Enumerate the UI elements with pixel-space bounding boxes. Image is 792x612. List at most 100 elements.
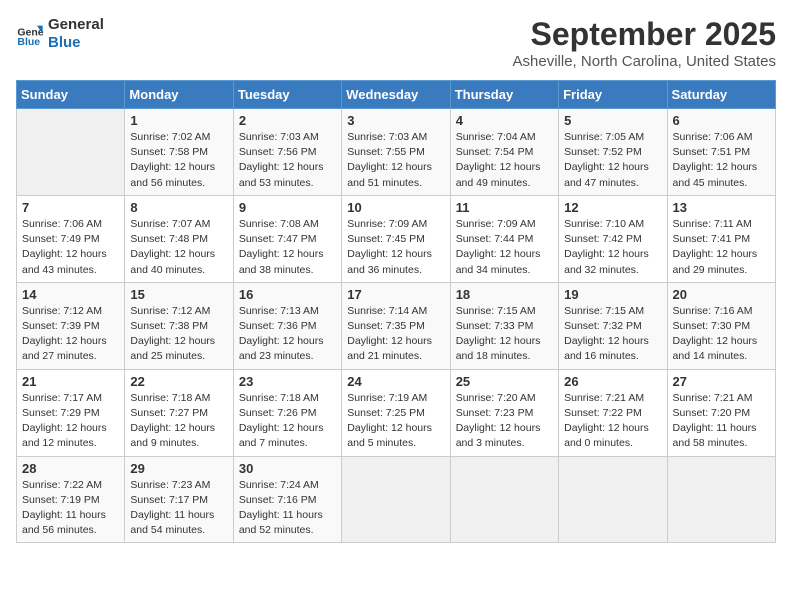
day-info: Sunrise: 7:11 AMSunset: 7:41 PMDaylight:… xyxy=(673,217,770,278)
day-number: 1 xyxy=(130,113,227,128)
day-number: 5 xyxy=(564,113,661,128)
calendar-cell: 23 Sunrise: 7:18 AMSunset: 7:26 PMDayligh… xyxy=(233,369,341,456)
calendar-cell: 14Sunrise: 7:12 AMSunset: 7:39 PMDayligh… xyxy=(17,282,125,369)
day-info: Sunrise: 7:06 AMSunset: 7:51 PMDaylight:… xyxy=(673,130,770,191)
day-info: Sunrise: 7:06 AMSunset: 7:49 PMDaylight:… xyxy=(22,217,119,278)
calendar-week-row: 21Sunrise: 7:17 AMSunset: 7:29 PMDayligh… xyxy=(17,369,776,456)
day-number: 7 xyxy=(22,200,119,215)
calendar-cell: 2 Sunrise: 7:03 AMSunset: 7:56 PMDaylight… xyxy=(233,109,341,196)
calendar-week-row: 28Sunrise: 7:22 AMSunset: 7:19 PMDayligh… xyxy=(17,456,776,543)
logo-icon: General Blue xyxy=(16,20,44,48)
calendar-cell: 11 Sunrise: 7:09 AMSunset: 7:44 PMDayligh… xyxy=(450,195,558,282)
day-number: 12 xyxy=(564,200,661,215)
day-info: Sunrise: 7:10 AMSunset: 7:42 PMDaylight:… xyxy=(564,217,661,278)
calendar-cell: 10 Sunrise: 7:09 AMSunset: 7:45 PMDayligh… xyxy=(342,195,450,282)
logo-blue: Blue xyxy=(48,34,104,52)
day-info: Sunrise: 7:13 AMSunset: 7:36 PMDaylight:… xyxy=(239,304,336,365)
calendar-cell: 4 Sunrise: 7:04 AMSunset: 7:54 PMDaylight… xyxy=(450,109,558,196)
day-number: 3 xyxy=(347,113,444,128)
column-header-friday: Friday xyxy=(559,81,667,109)
column-header-thursday: Thursday xyxy=(450,81,558,109)
day-info: Sunrise: 7:15 AMSunset: 7:32 PMDaylight:… xyxy=(564,304,661,365)
day-number: 13 xyxy=(673,200,770,215)
calendar-cell: 25Sunrise: 7:20 AMSunset: 7:23 PMDayligh… xyxy=(450,369,558,456)
calendar-cell: 12 Sunrise: 7:10 AMSunset: 7:42 PMDayligh… xyxy=(559,195,667,282)
logo-general: General xyxy=(48,16,104,34)
day-number: 27 xyxy=(673,374,770,389)
day-info: Sunrise: 7:03 AMSunset: 7:55 PMDaylight:… xyxy=(347,130,444,191)
calendar-cell: 1 Sunrise: 7:02 AMSunset: 7:58 PMDaylight… xyxy=(125,109,233,196)
calendar-cell: 22 Sunrise: 7:18 AMSunset: 7:27 PMDayligh… xyxy=(125,369,233,456)
calendar-cell: 7 Sunrise: 7:06 AMSunset: 7:49 PMDaylight… xyxy=(17,195,125,282)
calendar-cell xyxy=(342,456,450,543)
day-number: 26 xyxy=(564,374,661,389)
calendar-cell: 13 Sunrise: 7:11 AMSunset: 7:41 PMDayligh… xyxy=(667,195,775,282)
location: Asheville, North Carolina, United States xyxy=(513,53,776,70)
day-number: 22 xyxy=(130,374,227,389)
day-info: Sunrise: 7:09 AMSunset: 7:45 PMDaylight:… xyxy=(347,217,444,278)
day-info: Sunrise: 7:19 AMSunset: 7:25 PMDaylight:… xyxy=(347,391,444,452)
day-number: 25 xyxy=(456,374,553,389)
calendar-cell: 8 Sunrise: 7:07 AMSunset: 7:48 PMDaylight… xyxy=(125,195,233,282)
day-number: 2 xyxy=(239,113,336,128)
calendar-cell: 29Sunrise: 7:23 AMSunset: 7:17 PMDayligh… xyxy=(125,456,233,543)
day-number: 11 xyxy=(456,200,553,215)
day-number: 30 xyxy=(239,461,336,476)
calendar-cell: 9 Sunrise: 7:08 AMSunset: 7:47 PMDaylight… xyxy=(233,195,341,282)
day-number: 16 xyxy=(239,287,336,302)
day-number: 8 xyxy=(130,200,227,215)
calendar-table: SundayMondayTuesdayWednesdayThursdayFrid… xyxy=(16,80,776,543)
calendar-cell: 20 Sunrise: 7:16 AMSunset: 7:30 PMDayligh… xyxy=(667,282,775,369)
calendar-week-row: 7 Sunrise: 7:06 AMSunset: 7:49 PMDaylight… xyxy=(17,195,776,282)
calendar-week-row: 14Sunrise: 7:12 AMSunset: 7:39 PMDayligh… xyxy=(17,282,776,369)
day-number: 18 xyxy=(456,287,553,302)
column-header-wednesday: Wednesday xyxy=(342,81,450,109)
day-number: 20 xyxy=(673,287,770,302)
day-info: Sunrise: 7:22 AMSunset: 7:19 PMDaylight:… xyxy=(22,478,119,539)
column-header-sunday: Sunday xyxy=(17,81,125,109)
day-number: 15 xyxy=(130,287,227,302)
calendar-cell: 26 Sunrise: 7:21 AMSunset: 7:22 PMDayligh… xyxy=(559,369,667,456)
calendar-cell xyxy=(559,456,667,543)
svg-text:Blue: Blue xyxy=(17,36,40,48)
calendar-cell: 27 Sunrise: 7:21 AMSunset: 7:20 PMDayligh… xyxy=(667,369,775,456)
logo: General Blue General Blue xyxy=(16,16,104,52)
day-info: Sunrise: 7:23 AMSunset: 7:17 PMDaylight:… xyxy=(130,478,227,539)
day-info: Sunrise: 7:15 AMSunset: 7:33 PMDaylight:… xyxy=(456,304,553,365)
calendar-header-row: SundayMondayTuesdayWednesdayThursdayFrid… xyxy=(17,81,776,109)
day-number: 23 xyxy=(239,374,336,389)
calendar-cell: 19 Sunrise: 7:15 AMSunset: 7:32 PMDayligh… xyxy=(559,282,667,369)
day-info: Sunrise: 7:18 AMSunset: 7:26 PMDaylight:… xyxy=(239,391,336,452)
calendar-cell xyxy=(17,109,125,196)
day-number: 19 xyxy=(564,287,661,302)
calendar-cell xyxy=(667,456,775,543)
day-number: 10 xyxy=(347,200,444,215)
day-info: Sunrise: 7:07 AMSunset: 7:48 PMDaylight:… xyxy=(130,217,227,278)
day-info: Sunrise: 7:21 AMSunset: 7:20 PMDaylight:… xyxy=(673,391,770,452)
day-info: Sunrise: 7:08 AMSunset: 7:47 PMDaylight:… xyxy=(239,217,336,278)
calendar-cell: 18 Sunrise: 7:15 AMSunset: 7:33 PMDayligh… xyxy=(450,282,558,369)
day-info: Sunrise: 7:12 AMSunset: 7:38 PMDaylight:… xyxy=(130,304,227,365)
day-info: Sunrise: 7:18 AMSunset: 7:27 PMDaylight:… xyxy=(130,391,227,452)
calendar-cell: 3 Sunrise: 7:03 AMSunset: 7:55 PMDaylight… xyxy=(342,109,450,196)
calendar-cell xyxy=(450,456,558,543)
calendar-cell: 28Sunrise: 7:22 AMSunset: 7:19 PMDayligh… xyxy=(17,456,125,543)
day-info: Sunrise: 7:14 AMSunset: 7:35 PMDaylight:… xyxy=(347,304,444,365)
day-info: Sunrise: 7:21 AMSunset: 7:22 PMDaylight:… xyxy=(564,391,661,452)
title-block: September 2025 Asheville, North Carolina… xyxy=(513,16,776,70)
day-info: Sunrise: 7:09 AMSunset: 7:44 PMDaylight:… xyxy=(456,217,553,278)
day-info: Sunrise: 7:04 AMSunset: 7:54 PMDaylight:… xyxy=(456,130,553,191)
day-number: 6 xyxy=(673,113,770,128)
column-header-saturday: Saturday xyxy=(667,81,775,109)
day-number: 9 xyxy=(239,200,336,215)
day-info: Sunrise: 7:02 AMSunset: 7:58 PMDaylight:… xyxy=(130,130,227,191)
column-header-monday: Monday xyxy=(125,81,233,109)
calendar-cell: 30Sunrise: 7:24 AMSunset: 7:16 PMDayligh… xyxy=(233,456,341,543)
day-number: 4 xyxy=(456,113,553,128)
day-info: Sunrise: 7:03 AMSunset: 7:56 PMDaylight:… xyxy=(239,130,336,191)
calendar-cell: 15 Sunrise: 7:12 AMSunset: 7:38 PMDayligh… xyxy=(125,282,233,369)
calendar-week-row: 1 Sunrise: 7:02 AMSunset: 7:58 PMDaylight… xyxy=(17,109,776,196)
day-number: 17 xyxy=(347,287,444,302)
day-info: Sunrise: 7:12 AMSunset: 7:39 PMDaylight:… xyxy=(22,304,119,365)
day-info: Sunrise: 7:16 AMSunset: 7:30 PMDaylight:… xyxy=(673,304,770,365)
